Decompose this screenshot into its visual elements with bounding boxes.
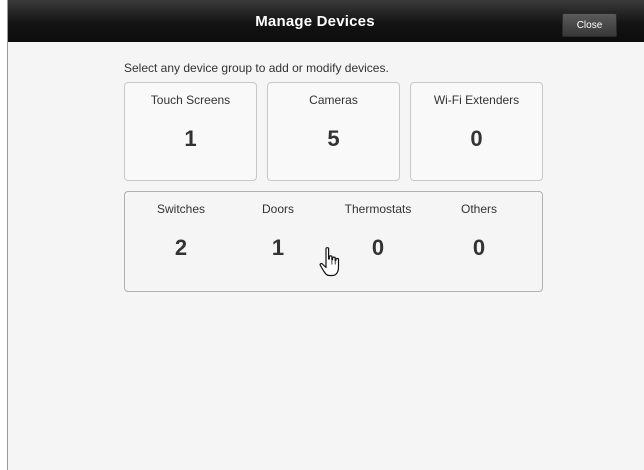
device-group-count: 1 [184, 126, 197, 151]
manage-devices-dialog: Manage Devices Close Select any device g… [7, 0, 644, 470]
device-group-count: 5 [327, 126, 340, 151]
device-subgroup-label: Thermostats [344, 202, 412, 216]
device-group-label: Cameras [309, 93, 358, 107]
device-group-label: Wi-Fi Extenders [433, 93, 520, 107]
device-group-count: 0 [470, 126, 483, 151]
device-subgroup-thermostats[interactable]: Thermostats 0 [333, 192, 423, 291]
title-bar: Manage Devices Close [8, 0, 644, 42]
device-subgroup-label: Doors [261, 202, 294, 216]
instructions-text: Select any device group to add or modify… [124, 61, 389, 75]
dialog-title: Manage Devices [255, 12, 375, 30]
device-subgroup-label: Switches [156, 202, 206, 216]
device-subgroup-label: Others [460, 202, 497, 216]
hand-pointer-icon [319, 247, 340, 277]
device-subgroup-count: 0 [472, 235, 486, 260]
device-subgroup-doors[interactable]: Doors 1 [233, 192, 323, 291]
device-group-cameras[interactable]: Cameras 5 [267, 82, 400, 181]
device-subgroup-count: 2 [174, 235, 188, 260]
device-subgroup-count: 0 [371, 235, 385, 260]
device-group-touch-screens[interactable]: Touch Screens 1 [124, 82, 257, 181]
device-group-wifi-extenders[interactable]: Wi-Fi Extenders 0 [410, 82, 543, 181]
device-subgroup-switches[interactable]: Switches 2 [136, 192, 226, 291]
device-subgroup-count: 1 [271, 235, 285, 260]
close-button[interactable]: Close [562, 13, 617, 37]
device-subgroup-others[interactable]: Others 0 [434, 192, 524, 291]
device-group-label: Touch Screens [150, 93, 231, 107]
